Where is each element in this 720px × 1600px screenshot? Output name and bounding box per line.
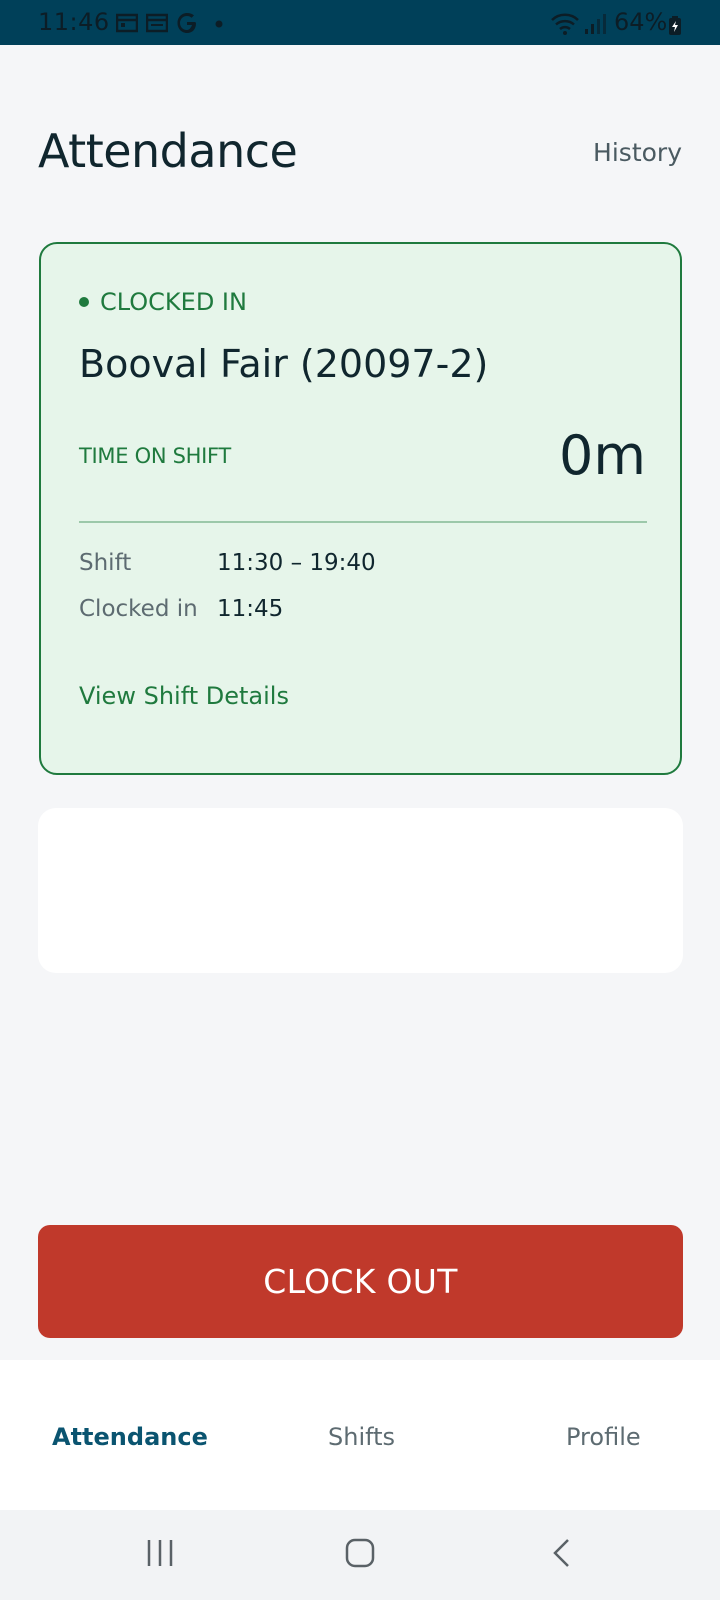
tab-attendance[interactable]: Attendance <box>52 1423 208 1451</box>
google-icon <box>177 13 196 33</box>
time-on-shift-value: 0m <box>559 424 646 487</box>
status-bar: 11:46 64% <box>0 0 720 45</box>
battery-icon <box>669 16 681 35</box>
history-link[interactable]: History <box>593 138 682 167</box>
tab-profile[interactable]: Profile <box>566 1423 641 1451</box>
back-icon[interactable] <box>550 1538 574 1568</box>
clocked-in-value: 11:45 <box>217 596 284 622</box>
wifi-icon <box>551 13 579 35</box>
dot-icon <box>215 20 223 28</box>
view-shift-details-link[interactable]: View Shift Details <box>79 682 289 710</box>
bottom-tab-bar: Attendance Shifts Profile <box>0 1360 720 1510</box>
shift-label: Shift <box>79 550 132 576</box>
card-divider <box>79 521 647 523</box>
shift-time-row: Shift 11:30 – 19:40 <box>79 550 376 576</box>
time-on-shift-label: TIME ON SHIFT <box>79 444 231 468</box>
clocked-in-status: CLOCKED IN <box>79 288 247 316</box>
home-icon[interactable] <box>345 1538 375 1568</box>
clocked-in-row: Clocked in 11:45 <box>79 596 283 622</box>
status-label: CLOCKED IN <box>100 288 247 316</box>
status-time: 11:46 <box>38 8 110 36</box>
calendar-icon <box>146 13 168 33</box>
tab-shifts[interactable]: Shifts <box>328 1423 395 1451</box>
shift-value: 11:30 – 19:40 <box>217 550 376 576</box>
page-title: Attendance <box>38 124 298 178</box>
blank-card <box>38 808 683 973</box>
system-nav-bar <box>0 1510 720 1600</box>
clocked-in-label: Clocked in <box>79 596 198 622</box>
battery-percentage: 64% <box>614 8 668 36</box>
calendar-icon <box>116 13 138 33</box>
status-dot-icon <box>79 297 89 307</box>
shift-status-card: CLOCKED IN Booval Fair (20097-2) TIME ON… <box>39 242 682 775</box>
shift-location: Booval Fair (20097-2) <box>79 342 489 386</box>
clock-out-button[interactable]: CLOCK OUT <box>38 1225 683 1338</box>
recent-apps-icon[interactable] <box>145 1538 175 1568</box>
signal-icon <box>585 14 606 34</box>
